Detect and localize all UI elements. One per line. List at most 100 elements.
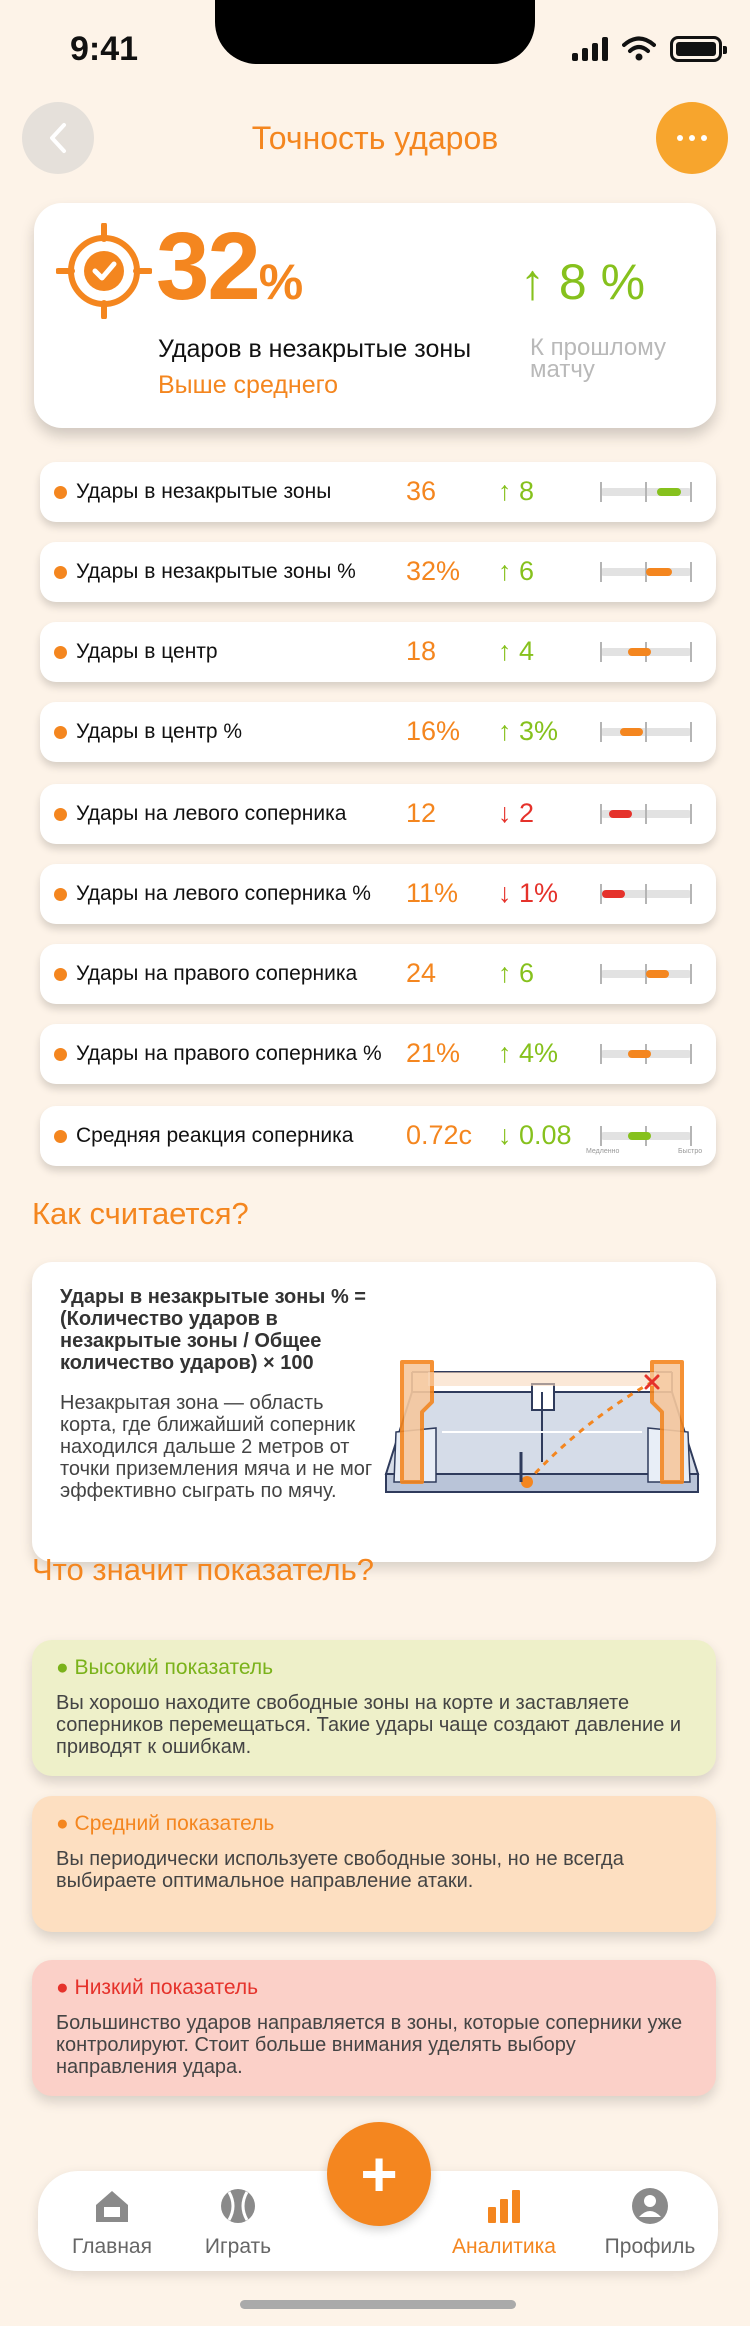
ball-icon [221,2189,255,2223]
stat-delta: ↓ 0.08 [498,1120,572,1150]
stat-mini-bar [600,884,692,904]
screen: 9:41 Точность ударов 32% Ударов в незакр… [0,0,750,2326]
stat-label: Средняя реакция соперника [76,1124,354,1147]
stat-delta: ↑ 3% [498,716,559,746]
stat-bullet [54,726,67,739]
stat-bar-caption-right: Быстро [678,1148,703,1155]
stat-label: Удары в центр % [76,720,243,743]
stat-value: 18 [406,636,437,666]
tab-home[interactable]: Главная [52,2185,172,2259]
signal-icon [572,37,608,61]
notch [215,0,535,64]
stat-bar-caption-left: Медленно [586,1148,620,1155]
stat-mini-bar: Медленно Быстро [586,1126,702,1155]
more-button[interactable] [656,102,728,174]
stat-bullet [54,486,67,499]
stat-value: 11% [406,878,459,908]
tab-home-label: Главная [72,2235,152,2258]
meaning-low-title: ● Низкий показатель [56,1976,259,1999]
stat-row[interactable]: Удары на левого соперника 12 ↓ 2 [40,784,716,844]
meaning-mid-text: Вы периодически используете свободные зо… [56,1848,624,1892]
stat-bar-fill [627,648,651,656]
tab-analytics[interactable]: Аналитика [424,2185,584,2259]
meaning-high-title: ● Высокий показатель [56,1656,274,1679]
stat-value: 16% [406,716,461,746]
stat-label: Удары на левого соперника % [76,882,371,905]
tab-profile-label: Профиль [604,2235,696,2258]
stat-row[interactable]: Удары в незакрытые зоны % 32% ↑ 6 [40,542,716,602]
stat-delta: ↓ 2 [498,798,535,828]
stat-delta: ↓ 1% [498,878,559,908]
stat-bar-fill [627,1132,651,1140]
stat-delta: ↑ 6 [498,556,535,586]
court-diagram [384,1360,700,1493]
add-button[interactable]: + [327,2122,431,2226]
stat-bar-fill [601,890,625,898]
calc-formula: Удары в незакрытые зоны % = (Количество … [60,1286,366,1374]
stat-mini-bar [600,1044,692,1064]
stat-bar-fill [646,970,669,978]
stat-bar-fill [620,728,644,736]
target-icon [56,223,152,319]
status-icons [572,36,727,62]
more-icon [677,135,683,141]
stat-row[interactable]: Удары на правого соперника 24 ↑ 6 [40,944,716,1004]
calc-section-title: Как считается? [32,1196,249,1231]
summary-card: 32% Ударов в незакрытые зоны Выше средне… [34,203,716,428]
stat-bullet [54,1048,67,1061]
stat-value: 24 [406,958,437,988]
plus-icon: + [360,2138,398,2210]
stat-bullet [54,888,67,901]
stat-delta: ↑ 8 [498,476,535,506]
meaning-mid-title: ● Средний показатель [56,1812,275,1835]
home-indicator [240,2300,516,2309]
stat-row[interactable]: Удары на правого соперника % 21% ↑ 4% [40,1024,716,1084]
stat-row[interactable]: Удары на левого соперника % 11% ↓ 1% [40,864,716,924]
stat-bullet [54,808,67,821]
stat-mini-bar [600,642,692,662]
meaning-high-card: ● Высокий показатель Вы хорошо находите … [32,1640,716,1776]
calc-description: Незакрытая зона — область корта, где бли… [60,1392,373,1502]
status-time: 9:41 [70,30,139,68]
stat-label: Удары на правого соперника [76,962,358,985]
page-title: Точность ударов [251,120,499,156]
stat-label: Удары на правого соперника % [76,1042,382,1065]
stat-bullet [54,646,67,659]
stat-label: Удары в центр [76,640,218,663]
stat-bullet [54,1130,67,1143]
summary-value: 32% [156,213,303,320]
stat-row[interactable]: Средняя реакция соперника 0.72с ↓ 0.08 Медл… [40,1106,716,1166]
tab-play[interactable]: Играть [178,2185,298,2259]
stat-value: 12 [406,798,437,828]
stat-mini-bar [600,964,692,984]
summary-label: Ударов в незакрытые зоны [158,335,472,363]
meaning-low-text: Большинство ударов направляется в зоны, … [56,2012,683,2078]
tab-profile[interactable]: Профиль [590,2185,710,2259]
stat-delta: ↑ 4% [498,1038,559,1068]
stat-bar-fill [627,1050,651,1058]
stat-delta: ↑ 6 [498,958,535,988]
stat-row[interactable]: Удары в центр 18 ↑ 4 [40,622,716,682]
tab-play-label: Играть [204,2235,272,2258]
stat-mini-bar [600,804,692,824]
summary-sublabel: Выше среднего [158,371,339,399]
meaning-mid-card: ● Средний показатель Вы периодически исп… [32,1796,716,1932]
stat-value: 0.72с [406,1120,473,1150]
tab-analytics-label: Аналитика [452,2235,556,2258]
stat-row[interactable]: Удары в незакрытые зоны 36 ↑ 8 [40,462,716,522]
profile-icon [632,2188,668,2224]
stat-mini-bar [600,722,692,742]
stat-delta: ↑ 4 [498,636,535,666]
stat-label: Удары на левого соперника [76,802,347,825]
stat-value: 21% [406,1038,461,1068]
stat-mini-bar [600,482,692,502]
stat-label: Удары в незакрытые зоны [76,480,332,503]
summary-delta: ↑ 8 % [520,254,646,310]
stat-bar-fill [609,810,633,818]
stat-label: Удары в незакрытые зоны % [76,560,356,583]
stat-bar-fill [646,568,672,576]
stat-row[interactable]: Удары в центр % 16% ↑ 3% [40,702,716,762]
analytics-icon [488,2190,520,2223]
stat-value: 32% [406,556,461,586]
stat-bullet [54,968,67,981]
